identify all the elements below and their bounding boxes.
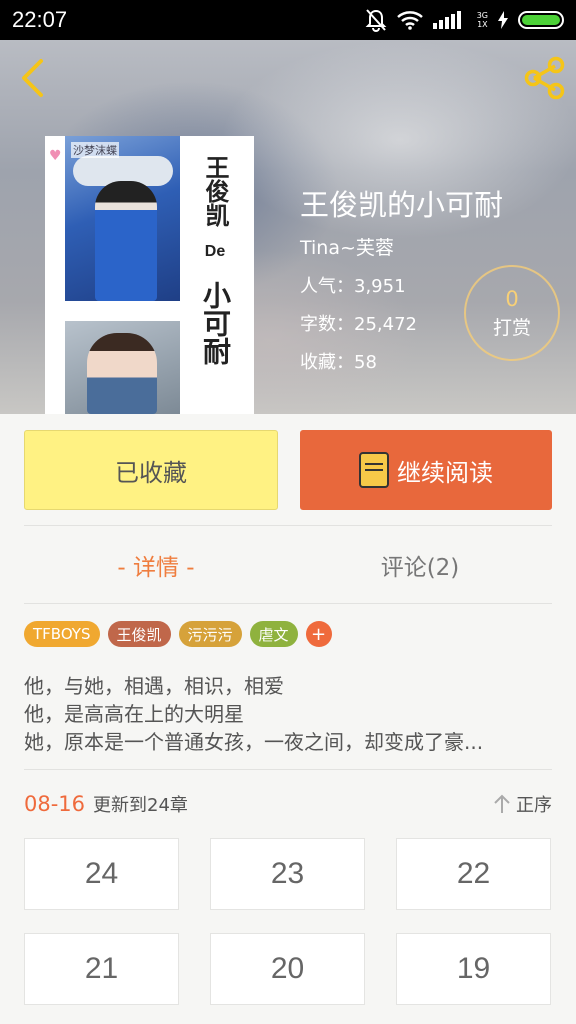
status-icons: 3G 1X — [365, 8, 564, 32]
tag-item[interactable]: TFBOYS — [24, 621, 100, 647]
cover-title-top: 王俊凯 — [201, 155, 230, 227]
book-header: ♥ 沙梦沫蝶 王俊凯 De 小可耐 王俊凯的小可耐 Tina~芙蓉 人气：3,9… — [0, 40, 576, 414]
description-line: 他，是高高在上的大明星 — [24, 702, 244, 726]
chapter-button[interactable]: 24 — [24, 838, 179, 910]
book-cover[interactable]: ♥ 沙梦沫蝶 王俊凯 De 小可耐 — [45, 136, 254, 414]
book-author[interactable]: Tina~芙蓉 — [300, 233, 503, 260]
chapter-button[interactable]: 19 — [396, 933, 551, 1005]
divider — [24, 769, 552, 770]
chapter-grid: 24 23 22 21 20 19 — [24, 838, 552, 1005]
favorite-button[interactable]: 已收藏 — [24, 430, 278, 510]
wifi-icon — [396, 10, 423, 30]
update-text: 更新到24章 — [93, 795, 188, 816]
action-buttons: 已收藏 继续阅读 — [24, 430, 552, 510]
sort-label: 正序 — [516, 795, 552, 816]
cover-title-mid: De — [204, 243, 226, 260]
continue-reading-button[interactable]: 继续阅读 — [300, 430, 552, 510]
network-3g: 3G — [476, 11, 488, 20]
tip-button[interactable]: 0 打赏 — [464, 265, 560, 361]
status-time: 22:07 — [12, 7, 68, 32]
cover-photo-girl — [65, 321, 180, 414]
book-title: 王俊凯的小可耐 — [300, 188, 504, 222]
update-row: 08-16 更新到24章 正序 — [24, 786, 552, 822]
tag-item[interactable]: 王俊凯 — [107, 621, 171, 647]
book-icon — [359, 452, 389, 488]
chapter-button[interactable]: 22 — [396, 838, 551, 910]
heart-icon: ♥ — [49, 148, 62, 164]
chapter-button[interactable]: 21 — [24, 933, 179, 1005]
favorite-label: 已收藏 — [115, 458, 187, 487]
description-line: 他，与她，相遇，相识，相爱 — [24, 674, 284, 698]
tab-comments[interactable]: 评论(2) — [288, 527, 552, 603]
status-bar: 22:07 3G 1X — [0, 0, 576, 40]
tag-item[interactable]: 虐文 — [249, 621, 298, 647]
network-1x: 1X — [477, 20, 488, 29]
description-line: 她，原本是一个普通女孩，一夜之间，却变成了豪... — [24, 730, 484, 754]
tag-list: TFBOYS 王俊凯 污污污 虐文 + — [24, 621, 332, 647]
cover-title-bottom: 小可耐 — [199, 281, 232, 365]
book-info: 王俊凯的小可耐 Tina~芙蓉 人气：3,951 字数：25,472 收藏：58 — [300, 185, 503, 374]
divider — [24, 525, 552, 526]
chapter-button[interactable]: 20 — [210, 933, 365, 1005]
charging-icon — [498, 11, 508, 29]
continue-reading-label: 继续阅读 — [397, 458, 493, 487]
tip-count: 0 — [505, 286, 519, 311]
mute-icon — [365, 8, 387, 32]
share-button[interactable] — [520, 54, 568, 102]
book-description[interactable]: 他，与她，相遇，相识，相爱 他，是高高在上的大明星 她，原本是一个普通女孩，一夜… — [24, 672, 554, 756]
battery-icon — [518, 11, 564, 29]
book-favorites: 收藏：58 — [300, 352, 377, 373]
signal-icon — [432, 11, 467, 29]
detail-tabs: - 详情 - 评论(2) — [24, 527, 552, 603]
tag-item[interactable]: 污污污 — [178, 621, 242, 647]
arrow-up-icon — [494, 794, 510, 813]
cover-title: 王俊凯 De 小可耐 — [185, 151, 245, 371]
share-icon — [524, 56, 565, 100]
tip-label: 打赏 — [492, 316, 531, 339]
cover-photo-boy — [65, 136, 180, 301]
add-tag-button[interactable]: + — [305, 621, 332, 647]
tab-details[interactable]: - 详情 - — [24, 527, 288, 603]
sort-toggle[interactable]: 正序 — [492, 791, 552, 817]
cover-small-text: 沙梦沫蝶 — [71, 142, 119, 158]
update-date: 08-16 — [24, 792, 86, 816]
back-button[interactable] — [12, 56, 52, 100]
network-type: 3G 1X — [477, 11, 488, 29]
back-arrow-icon — [22, 59, 43, 97]
divider — [24, 603, 552, 604]
chapter-button[interactable]: 23 — [210, 838, 365, 910]
